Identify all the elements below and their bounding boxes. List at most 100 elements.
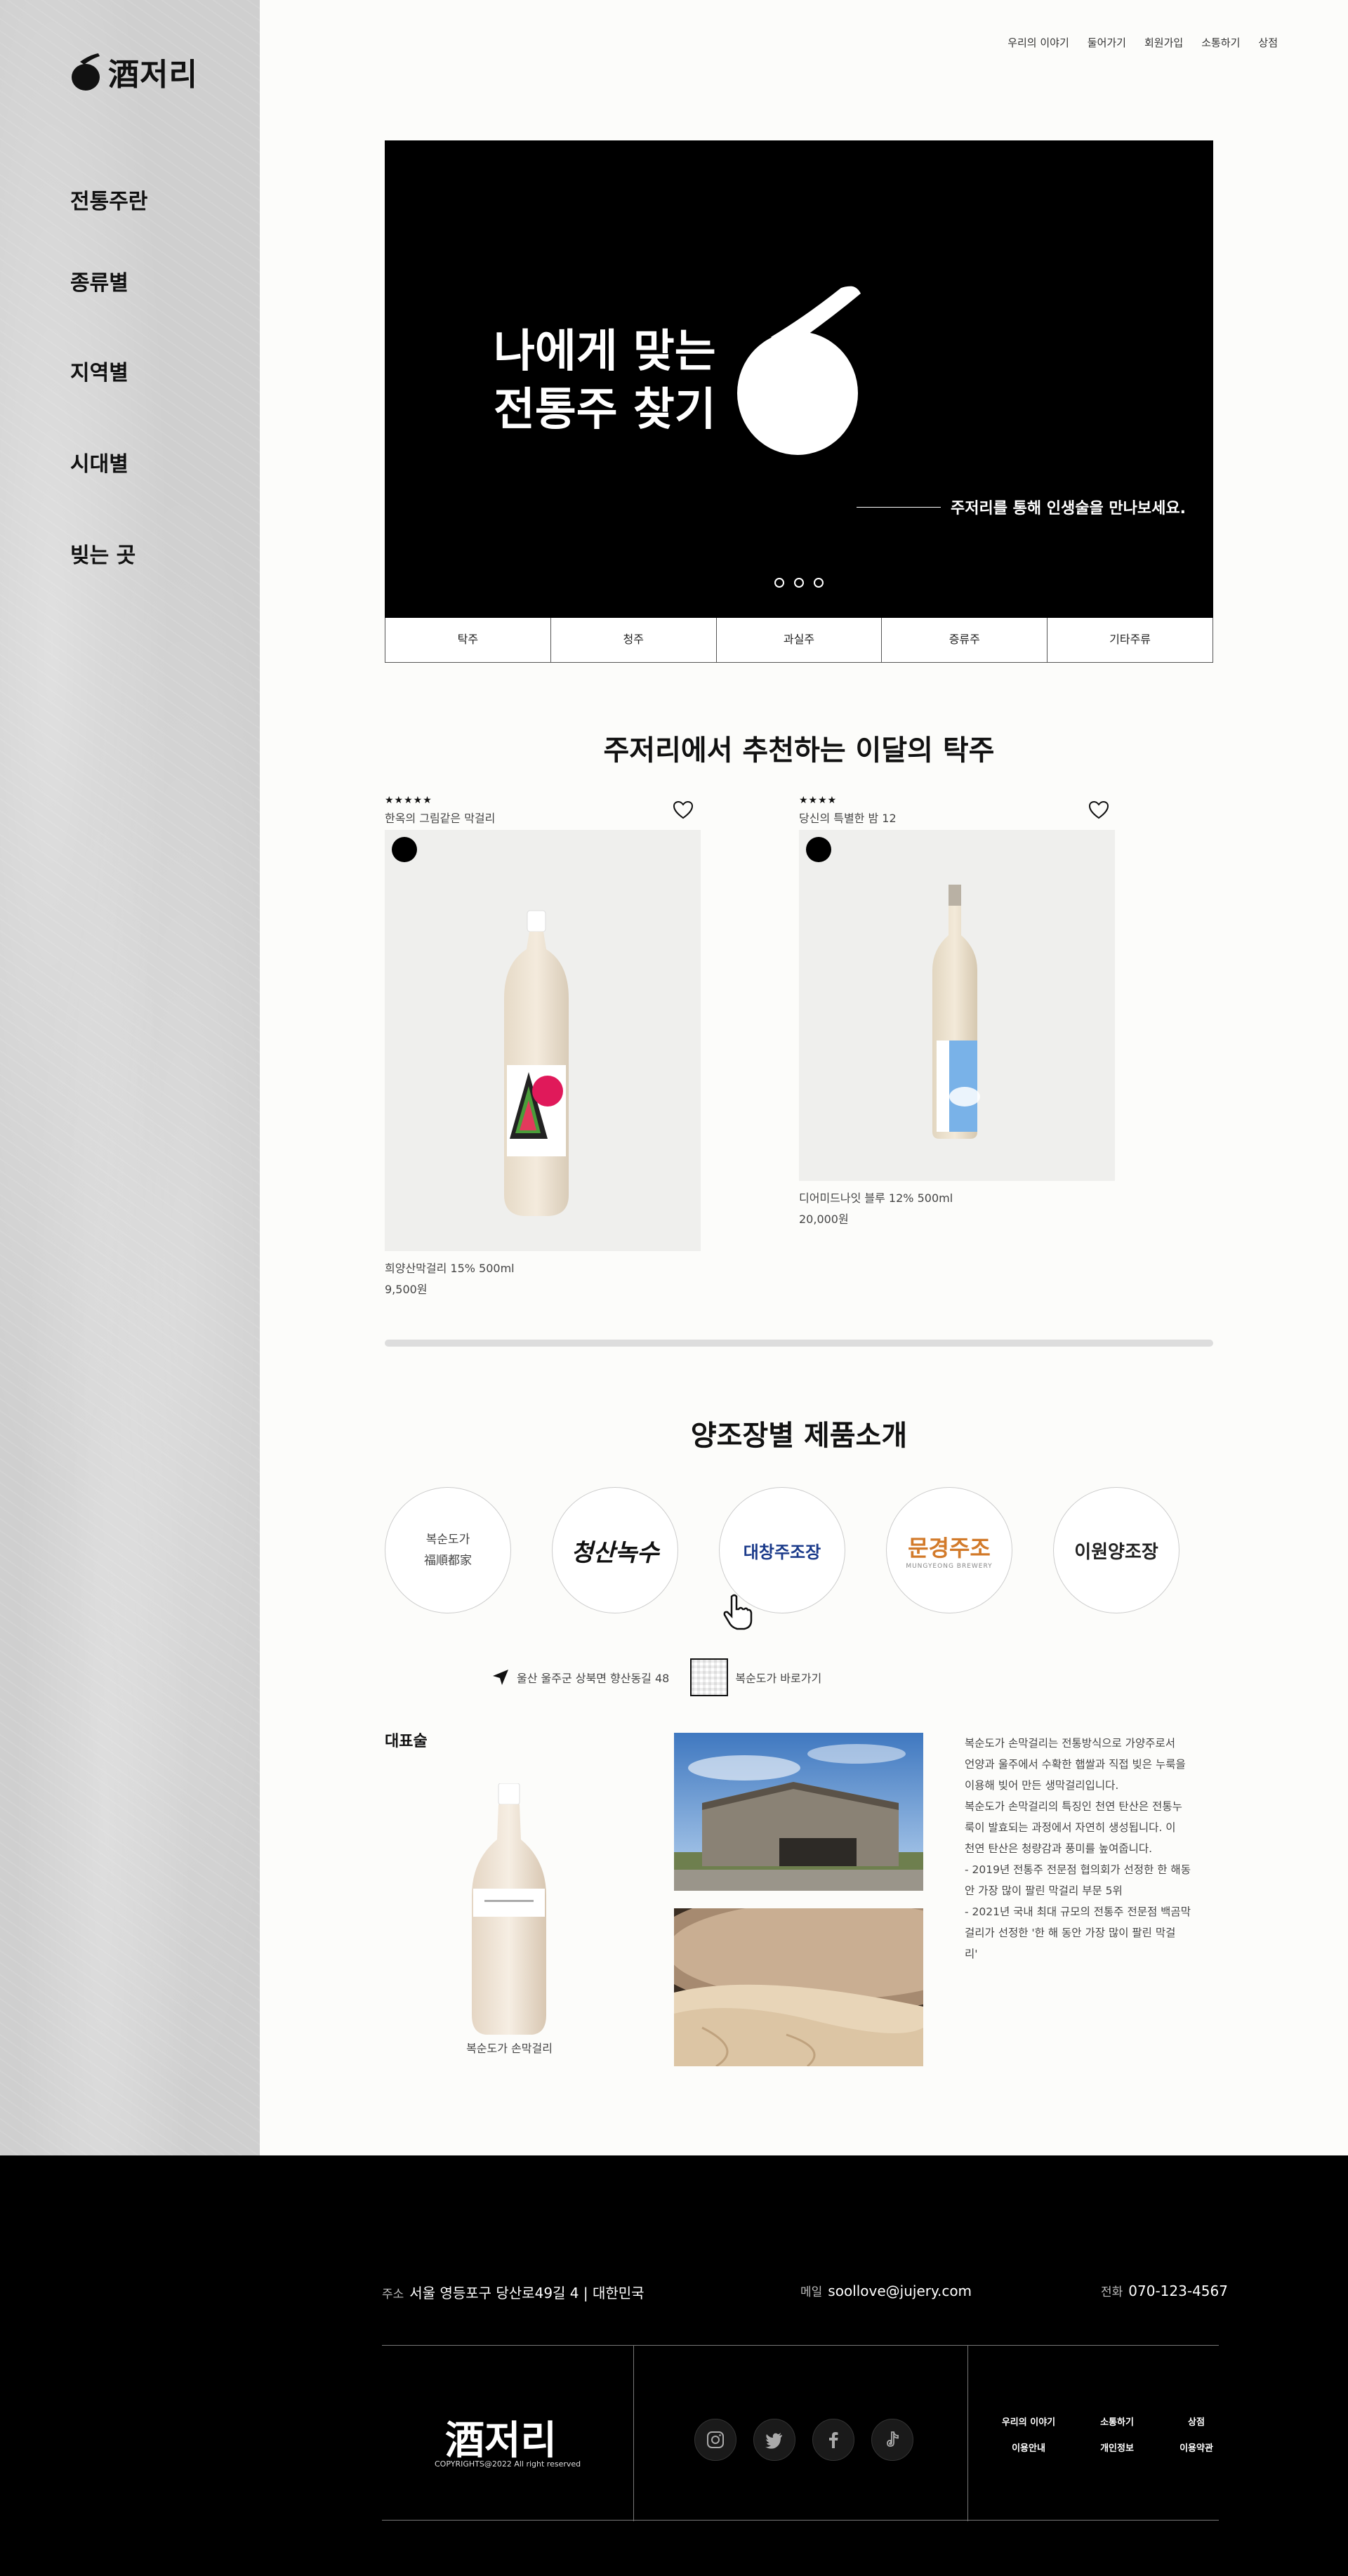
description-line: 언양과 울주에서 수확한 햅쌀과 직접 빚은 누룩을 bbox=[965, 1758, 1186, 1771]
jar-logo-icon bbox=[72, 53, 100, 91]
footer-phone: 전화 070-123-4567 bbox=[1101, 2282, 1228, 2299]
footer-copyright: COPYRIGHTS@2022 All right reserved bbox=[435, 2459, 581, 2469]
category-tab-other[interactable]: 기타주류 bbox=[1048, 618, 1212, 662]
jar-illustration-icon bbox=[737, 282, 861, 455]
side-nav: 전통주란 종류별 지역별 시대별 빚는 곳 bbox=[70, 184, 147, 630]
carousel-dot-1[interactable] bbox=[774, 578, 784, 588]
product-info: 희양산막걸리 15% 500ml 9,500원 bbox=[385, 1258, 701, 1300]
side-nav-item-about[interactable]: 전통주란 bbox=[70, 184, 147, 214]
top-nav-story[interactable]: 우리의 이야기 bbox=[1007, 35, 1069, 50]
description-line: 이용해 빚어 만든 생막걸리입니다. bbox=[965, 1779, 1119, 1792]
carousel-dot-2[interactable] bbox=[794, 578, 804, 588]
brewery-item-iwon[interactable]: 이원양조장 bbox=[1053, 1487, 1180, 1613]
product-image[interactable] bbox=[799, 830, 1115, 1181]
product-name: 희양산막걸리 15% 500ml bbox=[385, 1262, 515, 1275]
footer-link-shop[interactable]: 상점 bbox=[1161, 2415, 1231, 2428]
category-tabs: 탁주 청주 과실주 증류주 기타주류 bbox=[385, 618, 1213, 663]
footer-box: 酒저리 COPYRIGHTS@2022 All right reserved 우… bbox=[382, 2345, 1219, 2521]
hero-subtitle: 주저리를 통해 인생술을 만나보세요. bbox=[857, 496, 1186, 518]
hero-banner[interactable]: 나에게 맞는 전통주 찾기 주저리를 통해 인생술을 만나보세요. bbox=[385, 140, 1213, 618]
carousel-dots bbox=[774, 578, 824, 588]
description-line: 복순도가 손막걸리는 전통방식으로 가양주로서 bbox=[965, 1737, 1175, 1750]
brewery-address-row: 울산 울주군 상북면 향산동길 48 복순도가 바로가기 bbox=[491, 1658, 821, 1696]
product-name: 디어미드나잇 블루 12% 500ml bbox=[799, 1191, 953, 1205]
footer-link-community[interactable]: 소통하기 bbox=[1073, 2415, 1161, 2428]
footer-link-privacy[interactable]: 개인정보 bbox=[1073, 2440, 1161, 2454]
facebook-icon[interactable] bbox=[812, 2419, 854, 2461]
brewing-cloth-photo bbox=[674, 1908, 923, 2066]
hero-title-line2: 전통주 찾기 bbox=[494, 384, 716, 437]
category-tab-fruit-wine[interactable]: 과실주 bbox=[717, 618, 883, 662]
footer-phone-value: 070-123-4567 bbox=[1128, 2283, 1228, 2299]
side-nav-item-era[interactable]: 시대별 bbox=[70, 447, 147, 477]
brewery-name: 복순도가 bbox=[425, 1533, 470, 1547]
top-nav-login[interactable]: 둘어가기 bbox=[1088, 35, 1126, 50]
footer-logo[interactable]: 酒저리 bbox=[445, 2409, 557, 2466]
top-nav-community[interactable]: 소통하기 bbox=[1201, 35, 1240, 50]
brewery-shortcut-link[interactable]: 복순도가 바로가기 bbox=[735, 1669, 821, 1686]
side-nav-item-type[interactable]: 종류별 bbox=[70, 265, 147, 296]
brewery-logo-text: 청산녹수 bbox=[571, 1538, 659, 1567]
footer-address-label: 주소 bbox=[382, 2287, 404, 2301]
brewery-item-boksoon[interactable]: 복순도가 福順都家 bbox=[385, 1487, 511, 1613]
bottle-illustration bbox=[504, 910, 569, 1216]
side-nav-item-brewery[interactable]: 빚는 곳 bbox=[70, 538, 147, 568]
product-info: 디어미드나잇 블루 12% 500ml 20,000원 bbox=[799, 1188, 1115, 1230]
twitter-icon[interactable] bbox=[753, 2419, 795, 2461]
brewery-item-cheongsan[interactable]: 청산녹수 bbox=[552, 1487, 678, 1613]
category-tab-cheongju[interactable]: 청주 bbox=[551, 618, 717, 662]
qr-code-icon[interactable] bbox=[690, 1658, 729, 1696]
site-logo[interactable]: 酒저리 bbox=[70, 49, 198, 94]
category-tab-takju[interactable]: 탁주 bbox=[385, 618, 551, 662]
scroll-indicator[interactable] bbox=[385, 1340, 1213, 1347]
brewery-logo-text: 대창주조장 bbox=[743, 1541, 821, 1562]
side-nav-item-region[interactable]: 지역별 bbox=[70, 355, 147, 385]
product-image[interactable] bbox=[385, 830, 701, 1251]
brewery-logo-subtext: MUNGYEONG BREWERY bbox=[906, 1563, 993, 1570]
hero-subtitle-line bbox=[857, 506, 941, 508]
product-tagline: 당신의 특별한 밤 12 bbox=[799, 812, 897, 825]
hero-title: 나에게 맞는 전통주 찾기 bbox=[494, 323, 716, 440]
recommend-title: 주저리에서 추천하는 이달의 탁주 bbox=[603, 734, 995, 767]
brewery-logo-text: 이원양조장 bbox=[1074, 1541, 1158, 1563]
hero-title-line1: 나에게 맞는 bbox=[494, 326, 716, 378]
rep-label: 대표술 bbox=[385, 1733, 428, 1750]
product-badge bbox=[392, 837, 417, 862]
description-line: - 2021년 국내 최대 규모의 전통주 전문점 백곰막 bbox=[965, 1905, 1191, 1918]
product-price: 9,500원 bbox=[385, 1283, 428, 1296]
brewery-logo-text: 문경주조 bbox=[908, 1535, 991, 1561]
heart-icon[interactable] bbox=[1088, 800, 1109, 820]
top-nav-signup[interactable]: 회원가입 bbox=[1144, 35, 1183, 50]
tiktok-icon[interactable] bbox=[871, 2419, 913, 2461]
location-arrow-icon bbox=[493, 1670, 508, 1685]
product-card[interactable]: ★★★★★ 한옥의 그림같은 막걸리 희양산막걸리 15% 500ml 9,50… bbox=[385, 795, 701, 1300]
sidebar: 酒저리 전통주란 종류별 지역별 시대별 빚는 곳 bbox=[0, 0, 260, 2155]
product-card[interactable]: ★★★★ 당신의 특별한 밤 12 디어미드나잇 블루 12% 500ml 20… bbox=[799, 795, 1115, 1230]
brewery-description: 복순도가 손막걸리는 전통방식으로 가양주로서 언양과 울주에서 수확한 햅쌀과… bbox=[965, 1733, 1217, 1964]
brewery-item-mungyeong[interactable]: 문경주조 MUNGYEONG BREWERY bbox=[886, 1487, 1012, 1613]
hero-subtitle-text: 주저리를 통해 인생술을 만나보세요. bbox=[951, 500, 1186, 517]
footer-link-story[interactable]: 우리의 이야기 bbox=[984, 2415, 1073, 2428]
footer-divider bbox=[633, 2346, 634, 2521]
footer-phone-label: 전화 bbox=[1101, 2285, 1123, 2299]
brewery-building-photo bbox=[674, 1733, 923, 1891]
logo-text: 酒저리 bbox=[108, 57, 198, 93]
instagram-icon[interactable] bbox=[694, 2419, 736, 2461]
product-badge bbox=[806, 837, 831, 862]
top-nav-shop[interactable]: 상점 bbox=[1258, 35, 1278, 50]
carousel-dot-3[interactable] bbox=[814, 578, 824, 588]
product-tagline: 한옥의 그림같은 막걸리 bbox=[385, 812, 496, 825]
rep-bottle-image[interactable] bbox=[463, 1783, 555, 2036]
product-rating: ★★★★ bbox=[799, 795, 838, 806]
product-rating: ★★★★★ bbox=[385, 795, 432, 806]
footer-email-value[interactable]: soollove@jujery.com bbox=[828, 2283, 972, 2299]
category-tab-distilled[interactable]: 증류주 bbox=[882, 618, 1048, 662]
heart-icon[interactable] bbox=[673, 800, 694, 820]
footer-link-terms[interactable]: 이용약관 bbox=[1161, 2440, 1231, 2454]
footer-email: 메일 soollove@jujery.com bbox=[800, 2282, 972, 2299]
footer-links: 우리의 이야기 소통하기 상점 이용안내 개인정보 이용약관 bbox=[984, 2415, 1231, 2454]
footer-address: 주소 서울 영등포구 당산로49길 4 | 대한민국 bbox=[382, 2282, 645, 2302]
footer-link-guide[interactable]: 이용안내 bbox=[984, 2440, 1073, 2454]
description-line: - 2019년 전통주 전문점 협의회가 선정한 한 해동 bbox=[965, 1863, 1191, 1876]
social-links bbox=[694, 2419, 913, 2461]
